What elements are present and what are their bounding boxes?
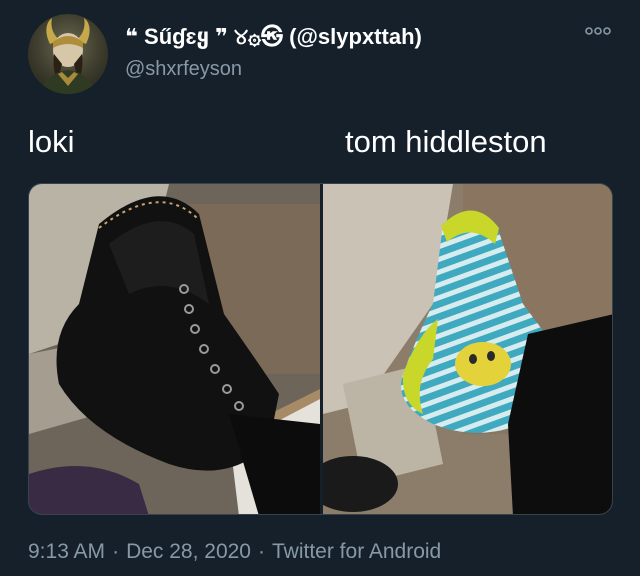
tweet-meta: 9:13 AM · Dec 28, 2020 · Twitter for Android <box>28 540 441 564</box>
photo-boot[interactable] <box>29 184 320 514</box>
more-icon[interactable] <box>584 24 612 38</box>
separator: · <box>112 540 120 563</box>
avatar-portrait-icon <box>38 18 98 94</box>
media-grid[interactable] <box>28 183 613 515</box>
separator: · <box>258 540 265 563</box>
avatar[interactable] <box>28 14 108 94</box>
tweet-text-right: tom hiddleston <box>345 124 547 159</box>
display-name[interactable]: ❝ Sűɠɛყ ❞ ୪۞㉿ (@slypxttah) <box>125 19 422 51</box>
tweet-text-left: loki <box>28 124 75 159</box>
tweet-source[interactable]: Twitter for Android <box>272 540 441 564</box>
photo-sock[interactable] <box>323 184 612 514</box>
tweet-date[interactable]: Dec 28, 2020 <box>126 540 251 564</box>
username[interactable]: @shxrfeyson <box>125 58 242 81</box>
tweet: ❝ Sűɠɛყ ❞ ୪۞㉿ (@slypxttah) @shxrfeyson l… <box>0 0 640 576</box>
tweet-time[interactable]: 9:13 AM <box>28 540 105 564</box>
